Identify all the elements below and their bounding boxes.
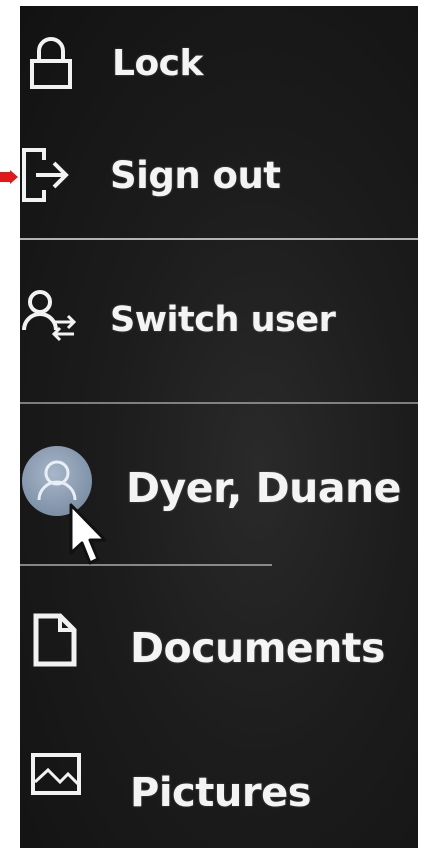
- pictures-label: Pictures: [130, 770, 312, 816]
- red-arrow-icon: [0, 170, 18, 184]
- picture-icon: [31, 753, 81, 795]
- menu-divider: [20, 402, 418, 404]
- switch-user-menu-item[interactable]: Switch user: [20, 276, 418, 366]
- menu-divider: [20, 238, 418, 240]
- mouse-cursor-icon: [69, 503, 107, 565]
- menu-divider: [20, 564, 272, 566]
- user-name-label: Dyer, Duane: [126, 464, 402, 512]
- lock-menu-item[interactable]: Lock: [20, 31, 418, 106]
- lock-label: Lock: [112, 43, 203, 84]
- switch-user-icon: [22, 290, 77, 342]
- documents-label: Documents: [130, 624, 385, 672]
- sign-out-label: Sign out: [110, 154, 281, 197]
- sign-out-menu-item[interactable]: Sign out: [20, 136, 418, 226]
- document-icon: [33, 613, 77, 667]
- sign-out-icon: [22, 148, 69, 202]
- start-menu-panel: Lock Sign out Switch user Dyer, Duane Do…: [20, 6, 418, 848]
- pictures-menu-item[interactable]: Pictures: [20, 736, 418, 846]
- lock-icon: [30, 37, 72, 89]
- switch-user-label: Switch user: [110, 300, 336, 340]
- documents-menu-item[interactable]: Documents: [20, 596, 418, 706]
